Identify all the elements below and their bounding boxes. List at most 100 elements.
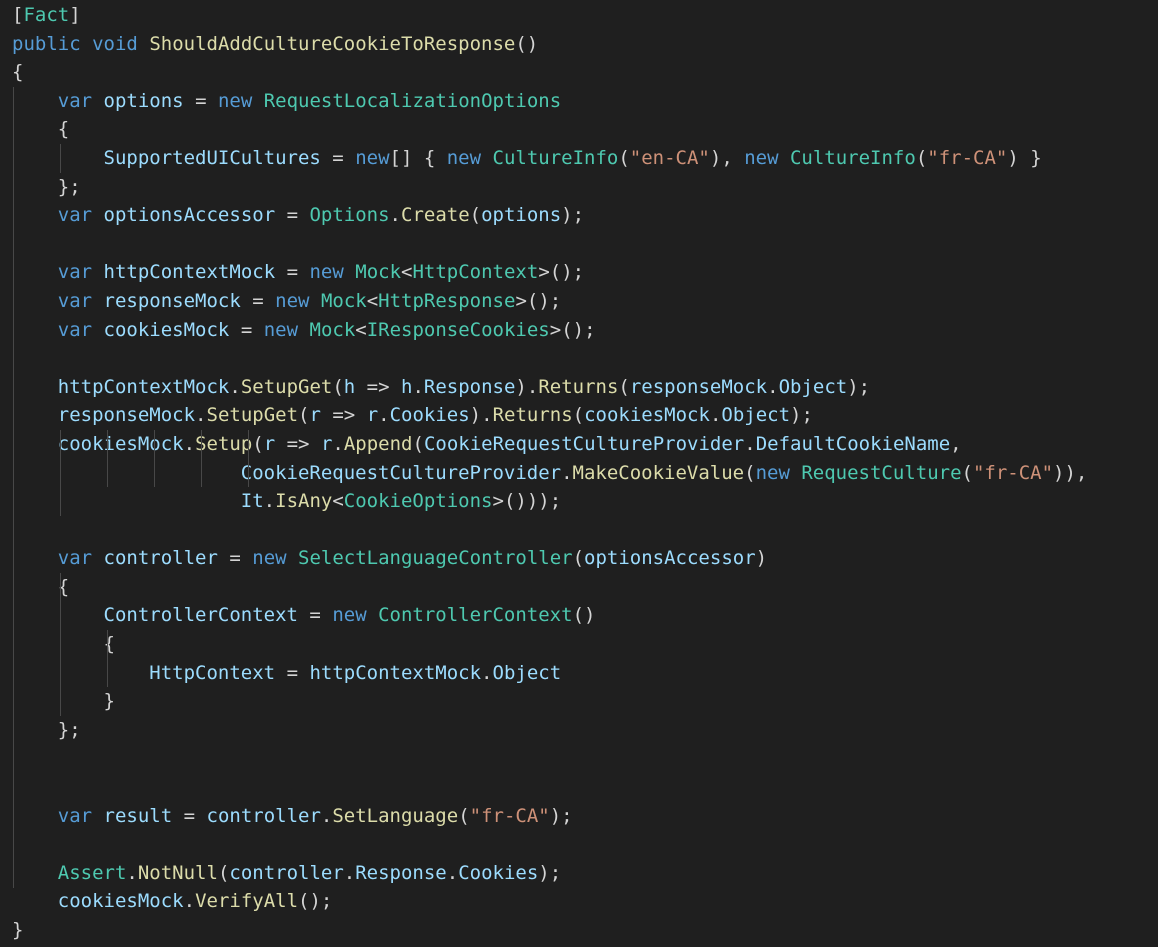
code-token-pun: )), bbox=[1053, 461, 1088, 484]
code-content[interactable]: [Fact] public void ShouldAddCultureCookie… bbox=[0, 0, 1158, 945]
code-editor[interactable]: [Fact] public void ShouldAddCultureCookie… bbox=[0, 0, 1158, 947]
code-token-fn: SetupGet bbox=[240, 375, 333, 398]
indent-guide bbox=[59, 144, 61, 173]
code-token-pun: . bbox=[229, 375, 241, 398]
code-token-pun: ( bbox=[744, 461, 756, 484]
code-token-kw: new bbox=[263, 318, 299, 341]
code-token-var: cookiesMock bbox=[103, 318, 230, 341]
code-token-pun: [] { bbox=[389, 146, 447, 169]
code-token-pun: . bbox=[709, 404, 722, 427]
code-token-pun: ( bbox=[298, 404, 310, 427]
code-token-kw: new bbox=[355, 146, 390, 169]
code-token-pun: [ bbox=[12, 4, 24, 26]
indent-guide bbox=[153, 430, 155, 488]
code-line: var responseMock = new Mock<HttpResponse… bbox=[0, 287, 1158, 316]
code-token-pun: = bbox=[275, 661, 310, 684]
code-token-var: Response bbox=[423, 375, 516, 398]
code-token-pun: . bbox=[481, 661, 493, 684]
code-token-pun: >(); bbox=[538, 261, 585, 284]
code-token-str: "fr-CA" bbox=[469, 804, 550, 827]
code-token-pun: . bbox=[767, 375, 779, 398]
code-token-pun: . bbox=[744, 432, 756, 455]
code-token-fn: Returns bbox=[492, 404, 573, 427]
code-line: } bbox=[0, 687, 1158, 716]
code-token-pun: } bbox=[103, 690, 115, 713]
code-token-pun: . bbox=[446, 861, 459, 884]
code-token-var: responseMock bbox=[57, 404, 196, 427]
code-line: }; bbox=[0, 173, 1158, 202]
code-token-pun: ( bbox=[618, 375, 630, 398]
code-line: HttpContext = httpContextMock.Object bbox=[0, 659, 1158, 688]
code-token-kw: void bbox=[92, 32, 138, 55]
code-token-typ: Mock bbox=[320, 289, 367, 312]
code-token-fn: Setup bbox=[195, 432, 253, 455]
code-token-kw: var bbox=[57, 804, 93, 827]
code-token-var: responseMock bbox=[103, 289, 241, 312]
code-line: var options = new RequestLocalizationOpt… bbox=[0, 87, 1158, 116]
code-token-kw: new bbox=[309, 261, 344, 284]
code-token-pun: ). bbox=[469, 404, 493, 427]
code-line: responseMock.SetupGet(r => r.Cookies).Re… bbox=[0, 401, 1158, 430]
code-token-pun: = bbox=[217, 547, 253, 570]
code-token-pun: ] bbox=[69, 4, 81, 26]
code-token-var: optionsAccessor bbox=[103, 204, 276, 227]
indent-guide bbox=[106, 630, 108, 688]
indent-guide bbox=[59, 573, 61, 716]
code-token-str: "en-CA" bbox=[629, 146, 710, 169]
code-token-pun: . bbox=[126, 861, 138, 884]
code-token-typ: Mock bbox=[355, 261, 402, 284]
code-token-pun: ( bbox=[618, 146, 630, 169]
code-token-pun: ) } bbox=[1007, 146, 1042, 169]
code-token-pun: }; bbox=[57, 175, 81, 198]
code-token-pun: ( bbox=[961, 461, 973, 484]
code-token-pun: ); bbox=[561, 204, 585, 227]
code-token-var: controller bbox=[103, 547, 218, 570]
code-token-var: r bbox=[309, 404, 321, 427]
code-token-pun: >(); bbox=[549, 318, 596, 341]
code-token-pun: = bbox=[297, 604, 333, 627]
code-token-var: DefaultCookieName bbox=[755, 432, 951, 455]
code-line: var controller = new SelectLanguageContr… bbox=[0, 544, 1158, 573]
code-token-pun: = bbox=[275, 204, 310, 227]
code-token-typ: RequestCulture bbox=[801, 461, 962, 484]
code-token-pun: ( bbox=[572, 404, 585, 427]
code-token-pun: < bbox=[332, 490, 344, 513]
code-token-fn: VerifyAll bbox=[195, 890, 299, 913]
code-line: public void ShouldAddCultureCookieToResp… bbox=[0, 30, 1158, 59]
code-line: var result = controller.SetLanguage("fr-… bbox=[0, 802, 1158, 831]
code-token-pun: < bbox=[366, 289, 379, 312]
code-token-typ: HttpResponse bbox=[378, 289, 516, 312]
code-token-kw: var bbox=[57, 289, 93, 312]
code-token-var: Object bbox=[778, 375, 848, 398]
code-token-fn: Append bbox=[343, 432, 413, 455]
code-token-pun: () bbox=[515, 32, 539, 55]
code-token-var: r bbox=[366, 404, 379, 427]
code-token-kw: new bbox=[446, 146, 482, 169]
code-token-var: options bbox=[481, 204, 562, 227]
code-line: httpContextMock.SetupGet(h => h.Response… bbox=[0, 373, 1158, 402]
code-token-kw: var bbox=[57, 89, 93, 112]
code-token-kw: var bbox=[57, 204, 93, 227]
code-token-pun: = bbox=[240, 289, 276, 312]
code-token-var: cookiesMock bbox=[57, 432, 184, 455]
code-token-pun: { bbox=[103, 633, 115, 656]
code-token-typ: Mock bbox=[309, 318, 356, 341]
code-token-var: r bbox=[320, 432, 333, 455]
